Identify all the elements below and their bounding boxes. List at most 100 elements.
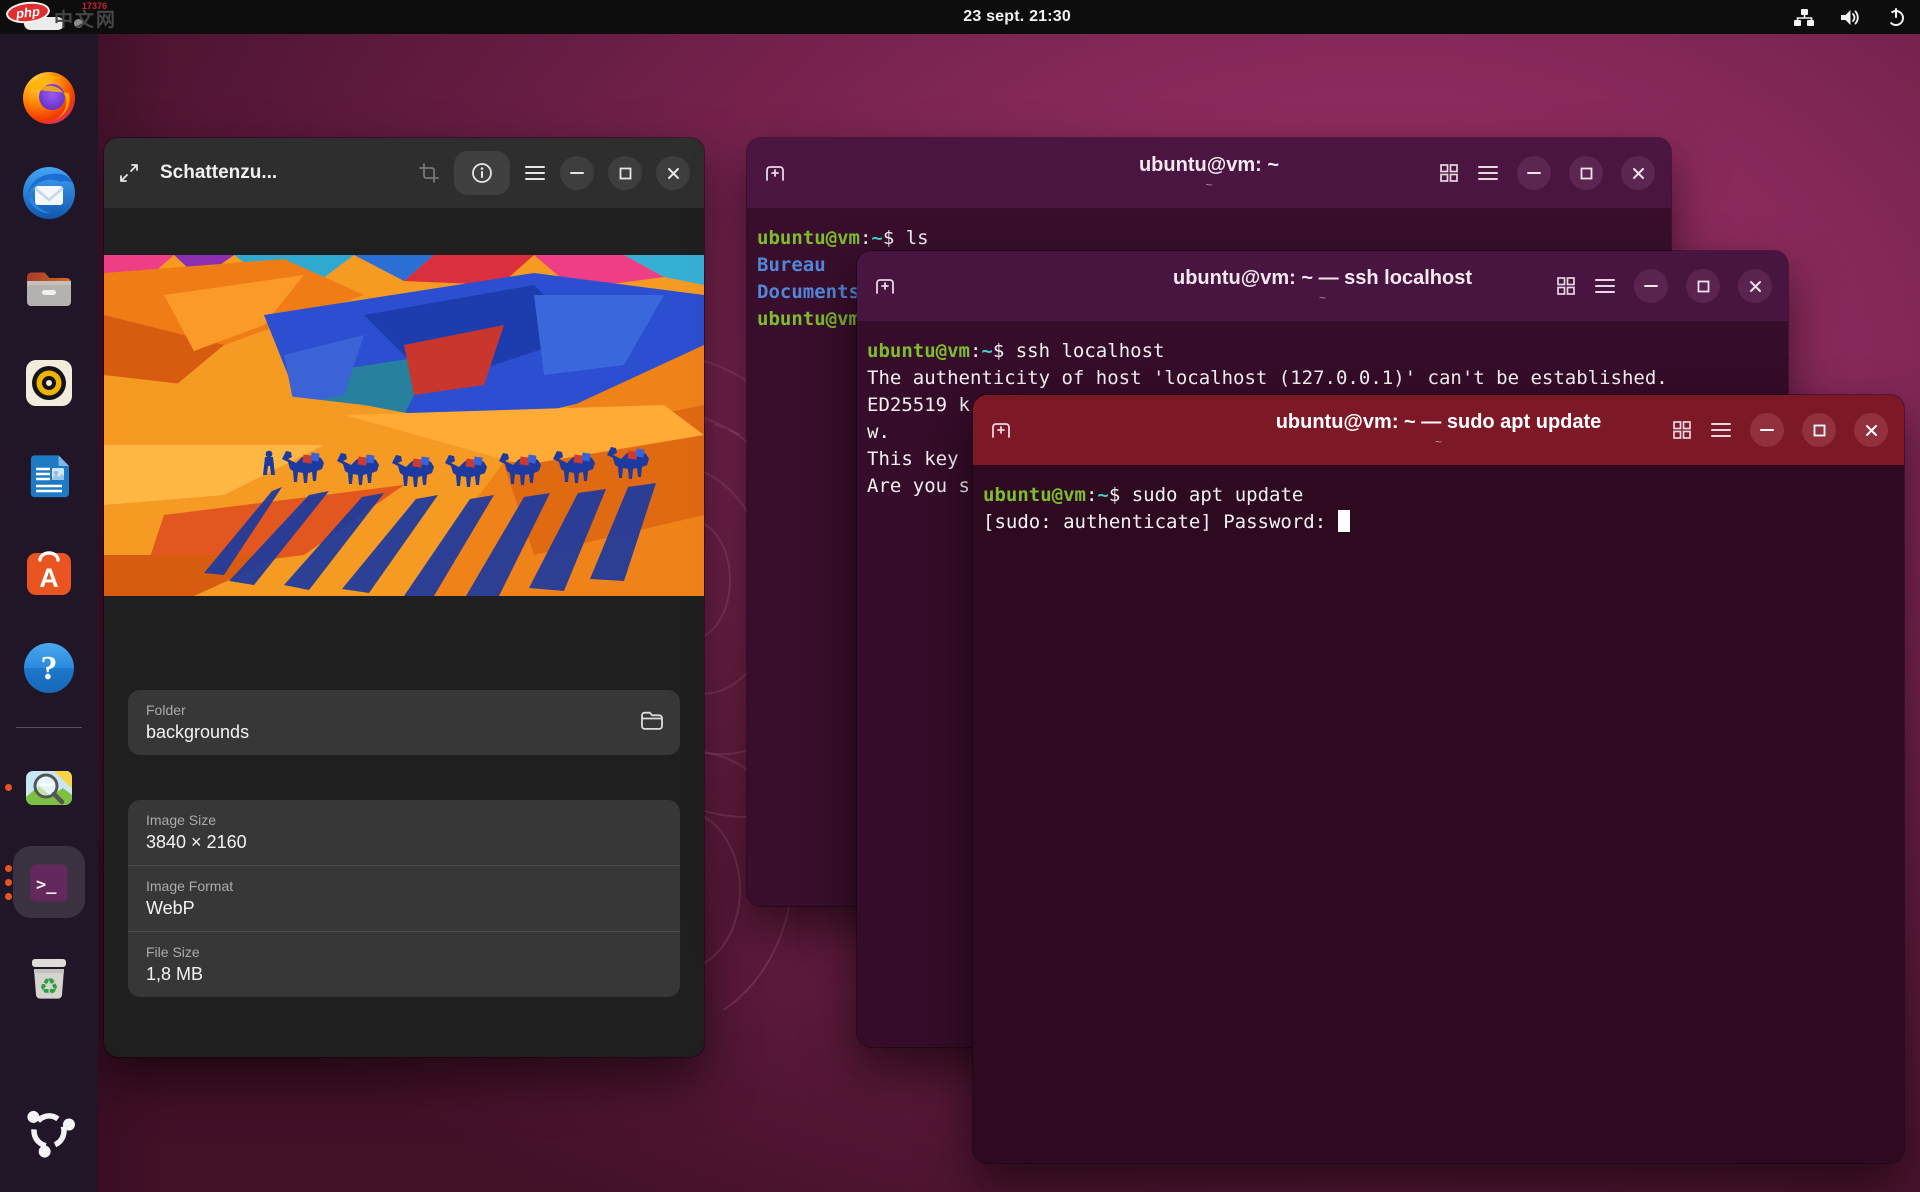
dock-item-help[interactable]: ? xyxy=(0,620,98,715)
image-format-value: WebP xyxy=(146,898,662,919)
dock-item-app-center[interactable]: A xyxy=(0,525,98,620)
help-icon: ? xyxy=(20,639,78,697)
dock-item-rhythmbox[interactable] xyxy=(0,335,98,430)
rhythmbox-icon xyxy=(20,354,78,412)
console-icon: >_ xyxy=(20,854,78,912)
volume-icon[interactable] xyxy=(1839,8,1862,27)
image-viewer-headerbar[interactable]: Schattenzu... xyxy=(104,138,704,208)
photo-camel-caravan xyxy=(104,255,704,596)
terminal-line: ubuntu@vm:~$ ls xyxy=(757,225,1661,252)
svg-text:>_: >_ xyxy=(36,875,57,895)
dock-item-console[interactable]: >_ xyxy=(0,835,98,930)
tab-overview-icon[interactable] xyxy=(1672,420,1692,440)
image-format-row: Image Format WebP xyxy=(128,865,680,931)
info-button[interactable] xyxy=(454,151,510,195)
window-title: ubuntu@vm: ~ — sudo apt update xyxy=(1276,411,1602,434)
watermark-number: 17376 xyxy=(82,1,107,11)
minimize-button[interactable] xyxy=(560,156,594,190)
top-bar: php 中文网 17376 23 sept. 21:30 xyxy=(0,0,1920,34)
clock[interactable]: 23 sept. 21:30 xyxy=(963,0,1071,34)
files-icon xyxy=(20,259,78,317)
svg-text:♻: ♻ xyxy=(39,975,59,1000)
dock-item-image-viewer[interactable] xyxy=(0,740,98,835)
menu-icon[interactable] xyxy=(1710,421,1732,439)
thunderbird-icon xyxy=(20,164,78,222)
maximize-button[interactable] xyxy=(1686,269,1720,303)
terminal-line: ubuntu@vm:~$ sudo apt update xyxy=(983,482,1894,509)
firefox-icon xyxy=(20,69,78,127)
close-button[interactable] xyxy=(1738,269,1772,303)
terminal-window-3: ubuntu@vm: ~ — sudo apt update ~ ubuntu@… xyxy=(973,395,1904,1163)
file-size-row: File Size 1,8 MB xyxy=(128,931,680,997)
fullscreen-icon[interactable] xyxy=(118,162,140,184)
maximize-button[interactable] xyxy=(1802,413,1836,447)
terminal-line: The authenticity of host 'localhost (127… xyxy=(867,365,1778,392)
menu-icon[interactable] xyxy=(524,164,546,182)
svg-text:A: A xyxy=(39,563,59,593)
tab-overview-icon[interactable] xyxy=(1439,163,1459,183)
running-indicator-dot xyxy=(5,865,12,872)
terminal-3-screen[interactable]: ubuntu@vm:~$ sudo apt update[sudo: authe… xyxy=(973,465,1904,536)
php-logo: php xyxy=(5,0,51,25)
power-icon[interactable] xyxy=(1886,7,1906,27)
close-button[interactable] xyxy=(1854,413,1888,447)
window-title: Schattenzu... xyxy=(160,162,277,184)
new-tab-icon[interactable] xyxy=(763,162,787,184)
image-viewer-icon xyxy=(20,759,78,817)
window-title: ubuntu@vm: ~ — ssh localhost xyxy=(1173,267,1472,290)
terminal-line: [sudo: authenticate] Password: xyxy=(983,509,1894,536)
image-viewer-window: Schattenzu... xyxy=(104,138,704,1057)
dock-divider xyxy=(16,727,82,728)
ubuntu-logo-icon xyxy=(21,1103,77,1159)
image-size-row: Image Size 3840 × 2160 xyxy=(128,800,680,865)
new-tab-icon[interactable] xyxy=(989,419,1013,441)
tab-overview-icon[interactable] xyxy=(1556,276,1576,296)
dock-item-thunderbird[interactable] xyxy=(0,145,98,240)
folder-card: Folder backgrounds xyxy=(128,690,680,755)
dock-item-files[interactable] xyxy=(0,240,98,335)
image-size-value: 3840 × 2160 xyxy=(146,832,662,853)
close-button[interactable] xyxy=(1621,156,1655,190)
window-subtitle: ~ xyxy=(1319,291,1326,305)
window-subtitle: ~ xyxy=(1205,178,1212,192)
window-subtitle: ~ xyxy=(1435,435,1442,449)
dock-item-trash[interactable]: ♻ xyxy=(0,930,98,1025)
running-indicator-dot xyxy=(5,879,12,886)
trash-icon: ♻ xyxy=(20,949,78,1007)
running-indicator-dot xyxy=(5,893,12,900)
folder-label: Folder xyxy=(146,702,662,718)
libreoffice-writer-icon xyxy=(20,449,78,507)
menu-icon[interactable] xyxy=(1594,277,1616,295)
menu-icon[interactable] xyxy=(1477,164,1499,182)
svg-text:?: ? xyxy=(41,650,58,687)
app-center-icon: A xyxy=(20,544,78,602)
window-title: ubuntu@vm: ~ xyxy=(1139,154,1279,177)
new-tab-icon[interactable] xyxy=(873,275,897,297)
details-card: Image Size 3840 × 2160 Image Format WebP… xyxy=(128,800,680,997)
file-size-value: 1,8 MB xyxy=(146,964,662,985)
network-wired-icon[interactable] xyxy=(1793,8,1815,27)
dock-item-show-apps[interactable] xyxy=(0,1083,98,1178)
crop-icon[interactable] xyxy=(418,162,440,184)
folder-row[interactable]: Folder backgrounds xyxy=(128,690,680,755)
maximize-button[interactable] xyxy=(608,156,642,190)
minimize-button[interactable] xyxy=(1634,269,1668,303)
minimize-button[interactable] xyxy=(1517,156,1551,190)
dock-item-firefox[interactable] xyxy=(0,50,98,145)
image-size-label: Image Size xyxy=(146,812,662,828)
maximize-button[interactable] xyxy=(1569,156,1603,190)
running-indicator-dot xyxy=(5,784,12,791)
dock-item-libreoffice-writer[interactable] xyxy=(0,430,98,525)
php-watermark: php 中文网 17376 xyxy=(6,2,50,23)
terminal-3-headerbar[interactable]: ubuntu@vm: ~ — sudo apt update ~ xyxy=(973,395,1904,465)
open-folder-icon[interactable] xyxy=(640,710,664,735)
close-button[interactable] xyxy=(656,156,690,190)
folder-value: backgrounds xyxy=(146,722,662,743)
minimize-button[interactable] xyxy=(1750,413,1784,447)
system-tray[interactable] xyxy=(1793,0,1906,34)
terminal-1-headerbar[interactable]: ubuntu@vm: ~ ~ xyxy=(747,138,1671,208)
terminal-2-headerbar[interactable]: ubuntu@vm: ~ — ssh localhost ~ xyxy=(857,251,1788,321)
dock: A ? >_ xyxy=(0,34,98,1192)
file-size-label: File Size xyxy=(146,944,662,960)
terminal-line: ubuntu@vm:~$ ssh localhost xyxy=(867,338,1778,365)
